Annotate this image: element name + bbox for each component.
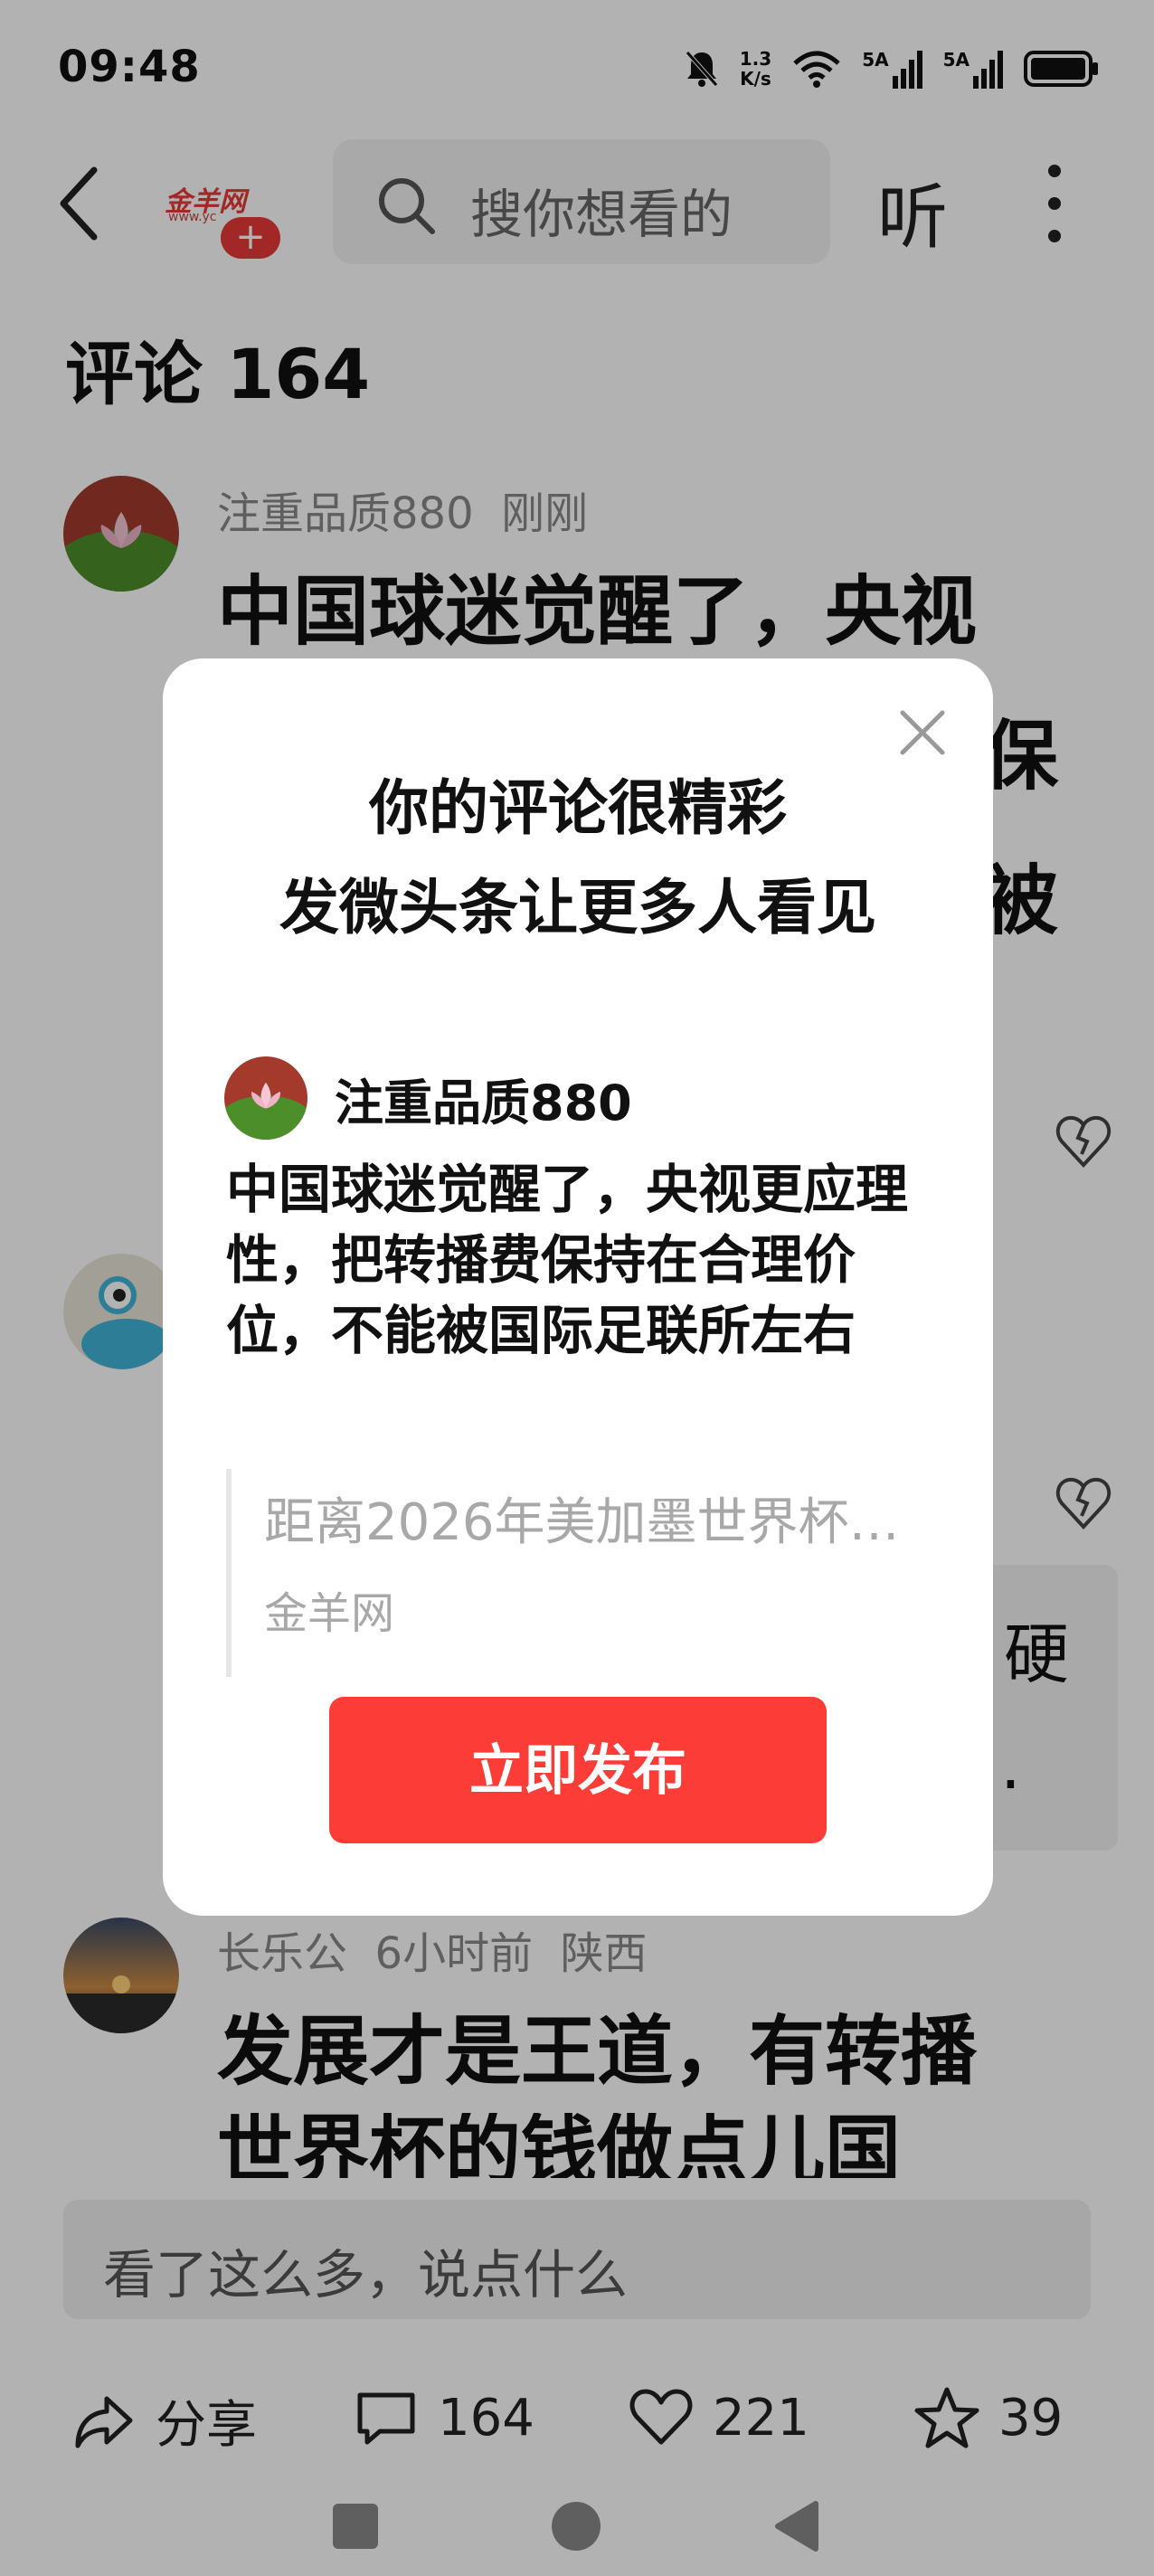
dialog-title: 你的评论很精彩 [369,773,787,843]
quoted-article-title: 距离2026年美加墨世界杯开赛只剩一年… [264,1493,933,1552]
quoted-article-source: 金羊网 [264,1588,395,1639]
lotus-avatar-image [224,1056,307,1140]
dialog-user: 注重品质880 [224,1056,632,1140]
dialog-subtitle: 发微头条让更多人看见 [279,873,876,942]
share-to-post-dialog: 你的评论很精彩 发微头条让更多人看见 注重品质880 中国球迷觉醒了，央视更应理… [163,658,993,1916]
avatar [224,1056,307,1140]
publish-button[interactable]: 立即发布 [329,1697,827,1843]
quoted-article: 距离2026年美加墨世界杯开赛只剩一年… 金羊网 [226,1469,937,1677]
close-icon[interactable] [895,706,950,760]
dialog-comment-text: 中国球迷觉醒了，央视更应理性，把转播费保持在合理价位，不能被国际足联所左右 [226,1159,909,1361]
dialog-username: 注重品质880 [335,1074,632,1132]
